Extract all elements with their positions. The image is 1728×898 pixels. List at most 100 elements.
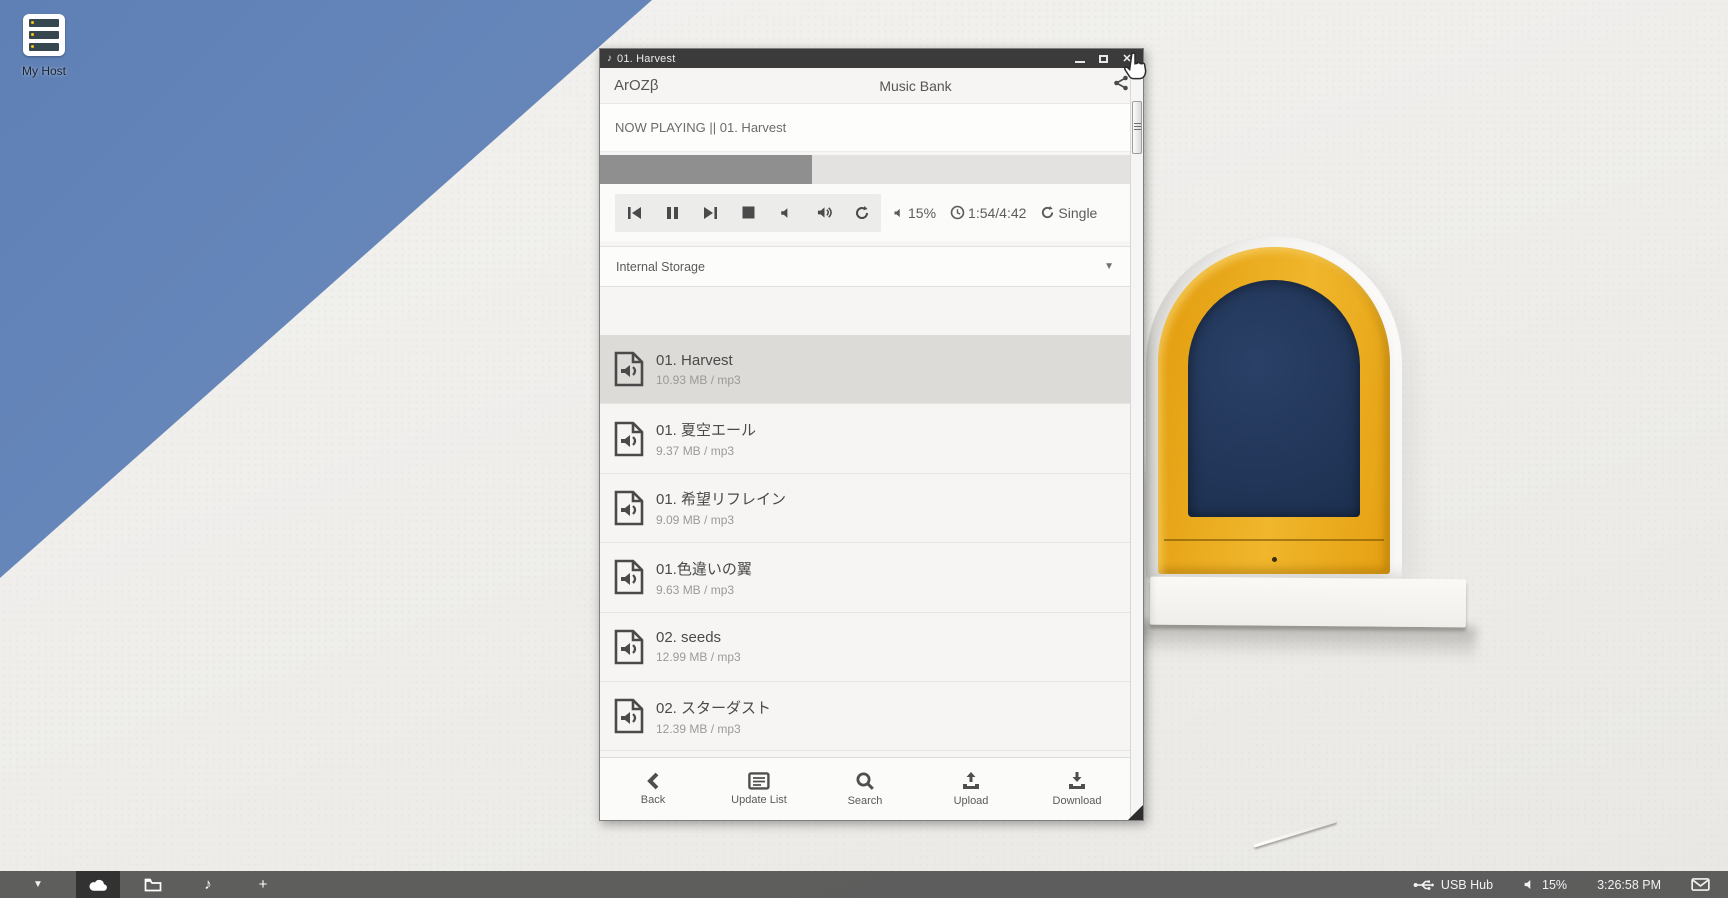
taskbar-app-cloud[interactable] xyxy=(76,871,120,898)
plus-icon: + xyxy=(259,876,268,893)
volume-value: 15% xyxy=(908,205,936,221)
download-label: Download xyxy=(1053,795,1102,807)
window-title: 01. Harvest xyxy=(617,53,1075,65)
song-meta: 10.93 MB / mp3 xyxy=(656,373,741,387)
usb-hub-label: USB Hub xyxy=(1441,878,1493,892)
search-button[interactable]: Search xyxy=(820,771,910,807)
song-meta: 9.37 MB / mp3 xyxy=(656,444,756,458)
scrollbar-thumb[interactable] xyxy=(1132,101,1142,154)
volume-indicator[interactable]: 15% xyxy=(893,205,936,221)
time-indicator: 1:54/4:42 xyxy=(950,205,1026,221)
repeat-button[interactable] xyxy=(843,194,881,232)
stop-button[interactable] xyxy=(729,194,767,232)
song-row[interactable]: 02. スターダスト 12.39 MB / mp3 xyxy=(600,682,1130,751)
seek-bar-fill xyxy=(600,155,812,184)
song-title: 01. 夏空エール xyxy=(656,419,756,440)
update-list-label: Update List xyxy=(731,794,787,806)
update-list-button[interactable]: Update List xyxy=(714,772,804,806)
download-button[interactable]: Download xyxy=(1032,771,1122,807)
photo-window-knob xyxy=(1272,557,1277,562)
clock[interactable]: 3:26:58 PM xyxy=(1597,878,1661,892)
close-button[interactable]: ✕ xyxy=(1121,53,1133,65)
chevron-down-icon: ▼ xyxy=(1104,261,1114,272)
audio-file-icon xyxy=(614,698,644,734)
resize-handle[interactable] xyxy=(1128,805,1143,820)
download-icon xyxy=(1067,771,1087,791)
playback-mode-toggle[interactable]: Single xyxy=(1040,205,1097,221)
desktop-icon-my-host[interactable]: My Host xyxy=(10,14,78,78)
speaker-icon xyxy=(1523,878,1536,891)
storage-select[interactable]: Internal Storage ▼ xyxy=(600,246,1130,287)
taskbar-app-files[interactable] xyxy=(131,871,175,898)
song-title: 02. seeds xyxy=(656,629,741,646)
folder-icon xyxy=(144,878,162,892)
window-scrollbar[interactable] xyxy=(1130,68,1143,820)
share-icon[interactable] xyxy=(1107,75,1129,96)
time-value: 1:54/4:42 xyxy=(968,205,1026,221)
chevron-left-icon xyxy=(645,772,661,790)
app-title: Music Bank xyxy=(724,78,1107,94)
song-title: 01. Harvest xyxy=(656,352,741,369)
window-content: NOW PLAYING || 01. Harvest xyxy=(600,104,1130,820)
song-row[interactable]: 01.色違いの翼 9.63 MB / mp3 xyxy=(600,543,1130,612)
song-meta: 9.09 MB / mp3 xyxy=(656,513,786,527)
maximize-button[interactable] xyxy=(1099,55,1108,63)
playback-mode-value: Single xyxy=(1058,205,1097,221)
music-note-icon: ♪ xyxy=(607,53,612,64)
photo-window-glass xyxy=(1188,280,1360,517)
music-note-icon: ♪ xyxy=(204,876,212,893)
minimize-button[interactable] xyxy=(1075,55,1085,63)
audio-file-icon xyxy=(614,421,644,457)
volume-indicator-tray[interactable]: 15% xyxy=(1523,878,1567,892)
now-playing-label: NOW PLAYING || 01. Harvest xyxy=(600,104,1130,152)
cloud-icon xyxy=(88,878,109,892)
photo-window-frame-line xyxy=(1164,539,1384,541)
song-row[interactable]: 01. 希望リフレイン 9.09 MB / mp3 xyxy=(600,474,1130,543)
desktop-icon-label: My Host xyxy=(10,64,78,78)
usb-icon xyxy=(1413,879,1435,891)
song-list: 01. Harvest 10.93 MB / mp3 01. 夏空エール 9.3… xyxy=(600,335,1130,757)
taskbar-tray: USB Hub 15% 3:26:58 PM xyxy=(1413,878,1710,892)
storage-selected-value: Internal Storage xyxy=(616,260,705,274)
window-titlebar[interactable]: ♪ 01. Harvest ✕ xyxy=(600,49,1143,68)
search-icon xyxy=(855,771,875,791)
upload-label: Upload xyxy=(954,795,989,807)
tray-volume-value: 15% xyxy=(1542,878,1567,892)
player-controls: 15% 1:54/4:42 Single xyxy=(600,184,1130,241)
search-label: Search xyxy=(848,795,883,807)
audio-file-icon xyxy=(614,559,644,595)
usb-hub-indicator[interactable]: USB Hub xyxy=(1413,878,1493,892)
envelope-icon xyxy=(1691,878,1710,891)
volume-up-button[interactable] xyxy=(805,194,843,232)
song-title: 01. 希望リフレイン xyxy=(656,488,786,509)
seek-bar[interactable] xyxy=(600,155,1130,184)
song-row[interactable]: 02. seeds 12.99 MB / mp3 xyxy=(600,613,1130,682)
photo-window-frame xyxy=(1158,247,1390,574)
player-status: 15% 1:54/4:42 Single xyxy=(893,205,1097,221)
song-row[interactable]: 01. Harvest 10.93 MB / mp3 xyxy=(600,335,1130,404)
taskbar: ▼ ♪ + USB Hub 15% 3:26:58 P xyxy=(0,871,1728,898)
song-meta: 12.39 MB / mp3 xyxy=(656,722,771,736)
audio-file-icon xyxy=(614,351,644,387)
upload-button[interactable]: Upload xyxy=(926,771,1016,807)
back-button[interactable]: Back xyxy=(608,772,698,806)
pause-button[interactable] xyxy=(653,194,691,232)
taskbar-app-add[interactable]: + xyxy=(241,871,285,898)
previous-track-button[interactable] xyxy=(615,194,653,232)
back-label: Back xyxy=(641,794,665,806)
window-sill xyxy=(1150,577,1466,628)
song-row[interactable]: 01. 夏空エール 9.37 MB / mp3 xyxy=(600,404,1130,473)
song-title: 01.色違いの翼 xyxy=(656,558,752,579)
audio-file-icon xyxy=(614,490,644,526)
audio-file-icon xyxy=(614,629,644,665)
volume-down-button[interactable] xyxy=(767,194,805,232)
taskbar-expand-caret[interactable]: ▼ xyxy=(0,879,76,890)
taskbar-app-music[interactable]: ♪ xyxy=(186,871,230,898)
messages-tray-button[interactable] xyxy=(1691,878,1710,891)
song-title: 02. スターダスト xyxy=(656,697,771,718)
footer-toolbar: Back Update List Search Upload Download xyxy=(600,757,1130,820)
upload-icon xyxy=(961,771,981,791)
next-track-button[interactable] xyxy=(691,194,729,232)
transport-buttons xyxy=(615,194,881,232)
song-meta: 12.99 MB / mp3 xyxy=(656,650,741,664)
